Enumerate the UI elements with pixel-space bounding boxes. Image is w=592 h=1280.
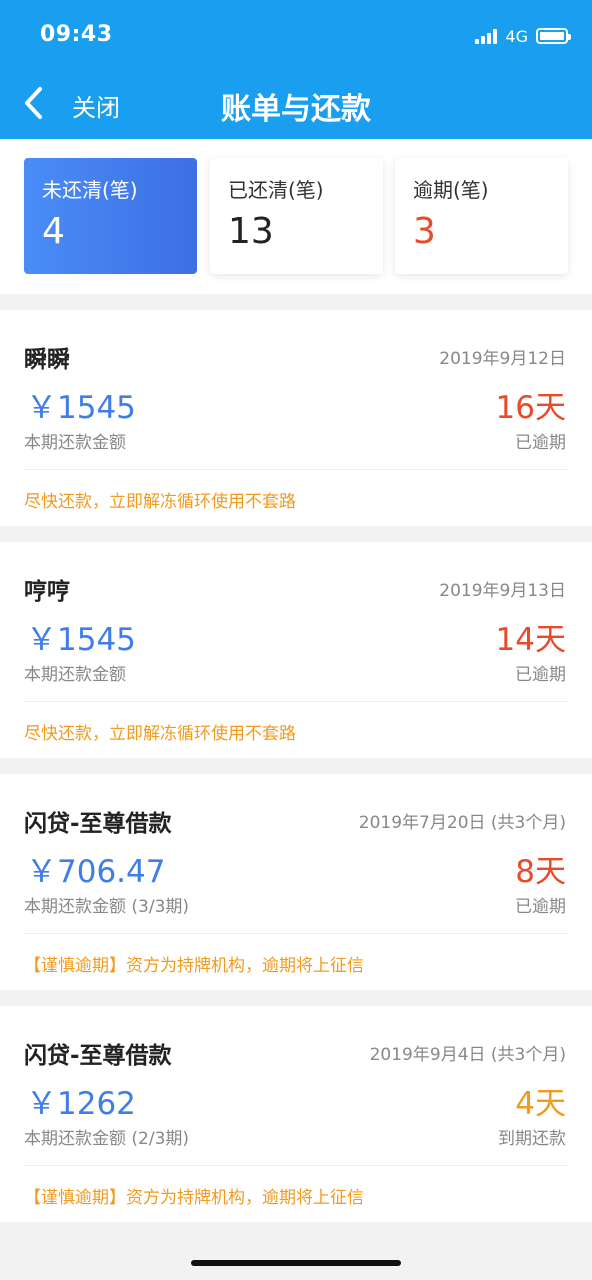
bill-amount-label: 本期还款金额 [24, 665, 126, 685]
bill-note: 【谨慎逾期】资方为持牌机构，逾期将上征信 [24, 1188, 364, 1208]
tab-label: 未还清(笔) [42, 178, 138, 202]
divider [24, 701, 568, 702]
bill-days: 4天 [515, 1086, 566, 1122]
bill-date: 2019年9月13日 [439, 581, 566, 601]
battery-icon [536, 28, 571, 44]
tab-count: 13 [228, 211, 274, 252]
tab-overdue[interactable]: 逾期(笔) 3 [395, 158, 568, 274]
signal-icon [475, 28, 498, 44]
tab-paid[interactable]: 已还清(笔) 13 [210, 158, 383, 274]
header: 09:43 4G 关闭 账单与还款 [0, 0, 592, 139]
bill-card[interactable]: 瞬瞬 2019年9月12日 ￥1545 16天 本期还款金额 已逾期 尽快还款，… [0, 310, 592, 526]
tab-unpaid[interactable]: 未还清(笔) 4 [24, 158, 197, 274]
divider [24, 469, 568, 470]
divider [24, 1165, 568, 1166]
page-title: 账单与还款 [221, 92, 371, 127]
bill-status: 已逾期 [515, 897, 566, 917]
bill-days: 8天 [515, 854, 566, 890]
divider [24, 933, 568, 934]
bill-date: 2019年9月4日 (共3个月) [369, 1045, 566, 1065]
bill-date: 2019年9月12日 [439, 349, 566, 369]
tab-count: 3 [413, 211, 436, 252]
bill-name: 瞬瞬 [24, 347, 70, 373]
status-indicators: 4G [475, 24, 571, 48]
tab-label: 已还清(笔) [228, 178, 324, 202]
bill-name: 哼哼 [24, 579, 70, 605]
status-time: 09:43 [40, 22, 113, 47]
network-type: 4G [505, 26, 528, 46]
bill-amount: ￥706.47 [26, 854, 166, 890]
bill-amount-label: 本期还款金额 (2/3期) [24, 1129, 190, 1149]
bill-card[interactable]: 闪贷-至尊借款 2019年7月20日 (共3个月) ￥706.47 8天 本期还… [0, 774, 592, 990]
bill-note: 【谨慎逾期】资方为持牌机构，逾期将上征信 [24, 956, 364, 976]
bill-name: 闪贷-至尊借款 [24, 811, 172, 837]
bill-status: 到期还款 [498, 1129, 566, 1149]
tab-label: 逾期(笔) [413, 178, 489, 202]
bill-name: 闪贷-至尊借款 [24, 1043, 172, 1069]
bill-date: 2019年7月20日 (共3个月) [358, 813, 566, 833]
bill-amount: ￥1545 [26, 390, 136, 426]
bill-days: 16天 [495, 390, 566, 426]
bill-note: 尽快还款，立即解冻循环使用不套路 [24, 724, 296, 744]
tab-count: 4 [42, 211, 65, 252]
bill-amount-label: 本期还款金额 [24, 433, 126, 453]
bill-amount: ￥1545 [26, 622, 136, 658]
bill-days: 14天 [495, 622, 566, 658]
home-indicator[interactable] [191, 1260, 401, 1266]
bill-status: 已逾期 [515, 665, 566, 685]
bill-amount-label: 本期还款金额 (3/3期) [24, 897, 190, 917]
bill-status: 已逾期 [515, 433, 566, 453]
bill-amount: ￥1262 [26, 1086, 136, 1122]
bill-card[interactable]: 闪贷-至尊借款 2019年9月4日 (共3个月) ￥1262 4天 本期还款金额… [0, 1006, 592, 1222]
bill-card[interactable]: 哼哼 2019年9月13日 ￥1545 14天 本期还款金额 已逾期 尽快还款，… [0, 542, 592, 758]
bill-tabs: 未还清(笔) 4 已还清(笔) 13 逾期(笔) 3 [0, 139, 592, 294]
bill-note: 尽快还款，立即解冻循环使用不套路 [24, 492, 296, 512]
